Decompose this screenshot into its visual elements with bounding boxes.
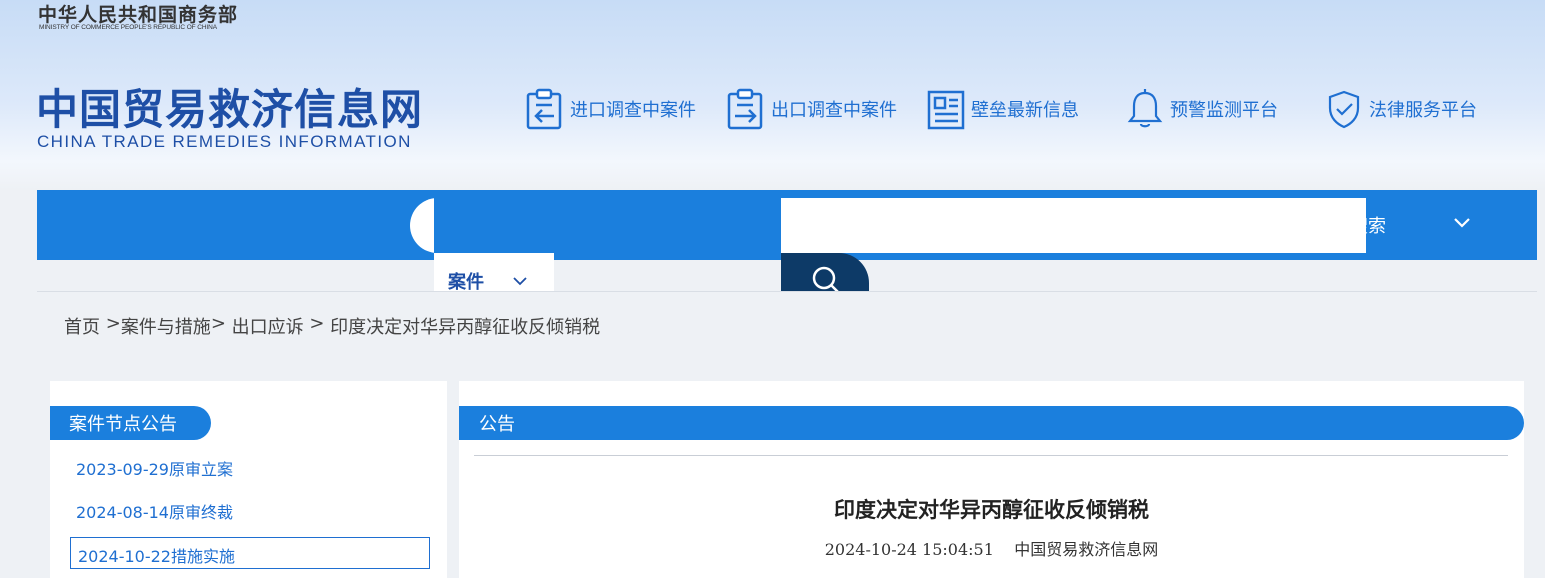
breadcrumb-section[interactable]: 案件与措施 xyxy=(121,313,211,339)
ministry-name-en[interactable]: MINISTRY OF COMMERCE PEOPLE'S REPUBLIC O… xyxy=(39,24,217,31)
quick-link-label: 壁垒最新信息 xyxy=(971,100,1079,121)
search-input[interactable] xyxy=(781,198,1366,253)
search-icon xyxy=(812,266,840,292)
quick-link-export-cases[interactable]: 出口调查中案件 xyxy=(727,88,897,130)
article-meta: 2024-10-24 15:04:51 中国贸易救济信息网 xyxy=(459,536,1524,560)
chevron-down-icon[interactable] xyxy=(1452,213,1472,233)
quick-link-label: 出口调查中案件 xyxy=(771,100,897,121)
divider xyxy=(474,455,1508,456)
article-source: 中国贸易救济信息网 xyxy=(1014,540,1159,559)
breadcrumb: 首页 > 案件与措施 > 出口应诉 > 印度决定对华异丙醇征收反倾销税 xyxy=(64,313,600,339)
dropdown-selected-value: 案件 xyxy=(448,271,484,293)
breadcrumb-separator: > xyxy=(303,313,331,334)
sidebar-item-filing[interactable]: 2023-09-29原审立案 xyxy=(76,456,233,480)
quick-link-legal-services[interactable]: 法律服务平台 xyxy=(1325,88,1477,130)
quick-link-import-cases[interactable]: 进口调查中案件 xyxy=(526,88,696,130)
ministry-name-cn[interactable]: 中华人民共和国商务部 xyxy=(38,0,238,27)
site-logo-en[interactable]: CHINA TRADE REMEDIES INFORMATION xyxy=(37,132,412,152)
breadcrumb-current: 印度决定对华异丙醇征收反倾销税 xyxy=(330,317,601,338)
nav-search-label[interactable]: 搜索 xyxy=(1366,212,1386,238)
export-clipboard-icon xyxy=(727,88,763,130)
breadcrumb-home[interactable]: 首页 xyxy=(64,313,100,339)
main-panel-title: 公告 xyxy=(459,406,1524,440)
site-header: 中华人民共和国商务部 MINISTRY OF COMMERCE PEOPLE'S… xyxy=(0,0,1545,190)
quick-link-barrier-news[interactable]: 壁垒最新信息 xyxy=(927,88,1079,130)
sidebar-title: 案件节点公告 xyxy=(50,406,211,440)
shield-icon xyxy=(1328,90,1360,129)
sidebar-item-measure-implementation[interactable]: 2024-10-22措施实施 xyxy=(70,537,430,569)
quick-link-warning-platform[interactable]: 预警监测平台 xyxy=(1126,88,1278,130)
quick-link-label: 进口调查中案件 xyxy=(570,100,696,121)
news-icon xyxy=(927,90,965,130)
quick-link-label: 预警监测平台 xyxy=(1170,100,1278,121)
chevron-down-icon xyxy=(513,276,527,285)
breadcrumb-subsection[interactable]: 出口应诉 xyxy=(232,313,304,339)
sidebar-item-final-ruling[interactable]: 2024-08-14原审终裁 xyxy=(76,499,233,523)
navbar-gap xyxy=(434,198,781,253)
quick-link-label: 法律服务平台 xyxy=(1369,100,1477,121)
search-button[interactable] xyxy=(781,253,869,292)
breadcrumb-separator: > xyxy=(100,313,121,334)
breadcrumb-separator: > xyxy=(210,313,232,334)
bell-icon xyxy=(1127,89,1163,128)
import-clipboard-icon xyxy=(526,88,562,130)
article-title: 印度决定对华异丙醇征收反倾销税 xyxy=(834,497,1149,522)
article-datetime: 2024-10-24 15:04:51 xyxy=(824,540,994,559)
site-logo-cn[interactable]: 中国贸易救济信息网 xyxy=(36,76,423,137)
